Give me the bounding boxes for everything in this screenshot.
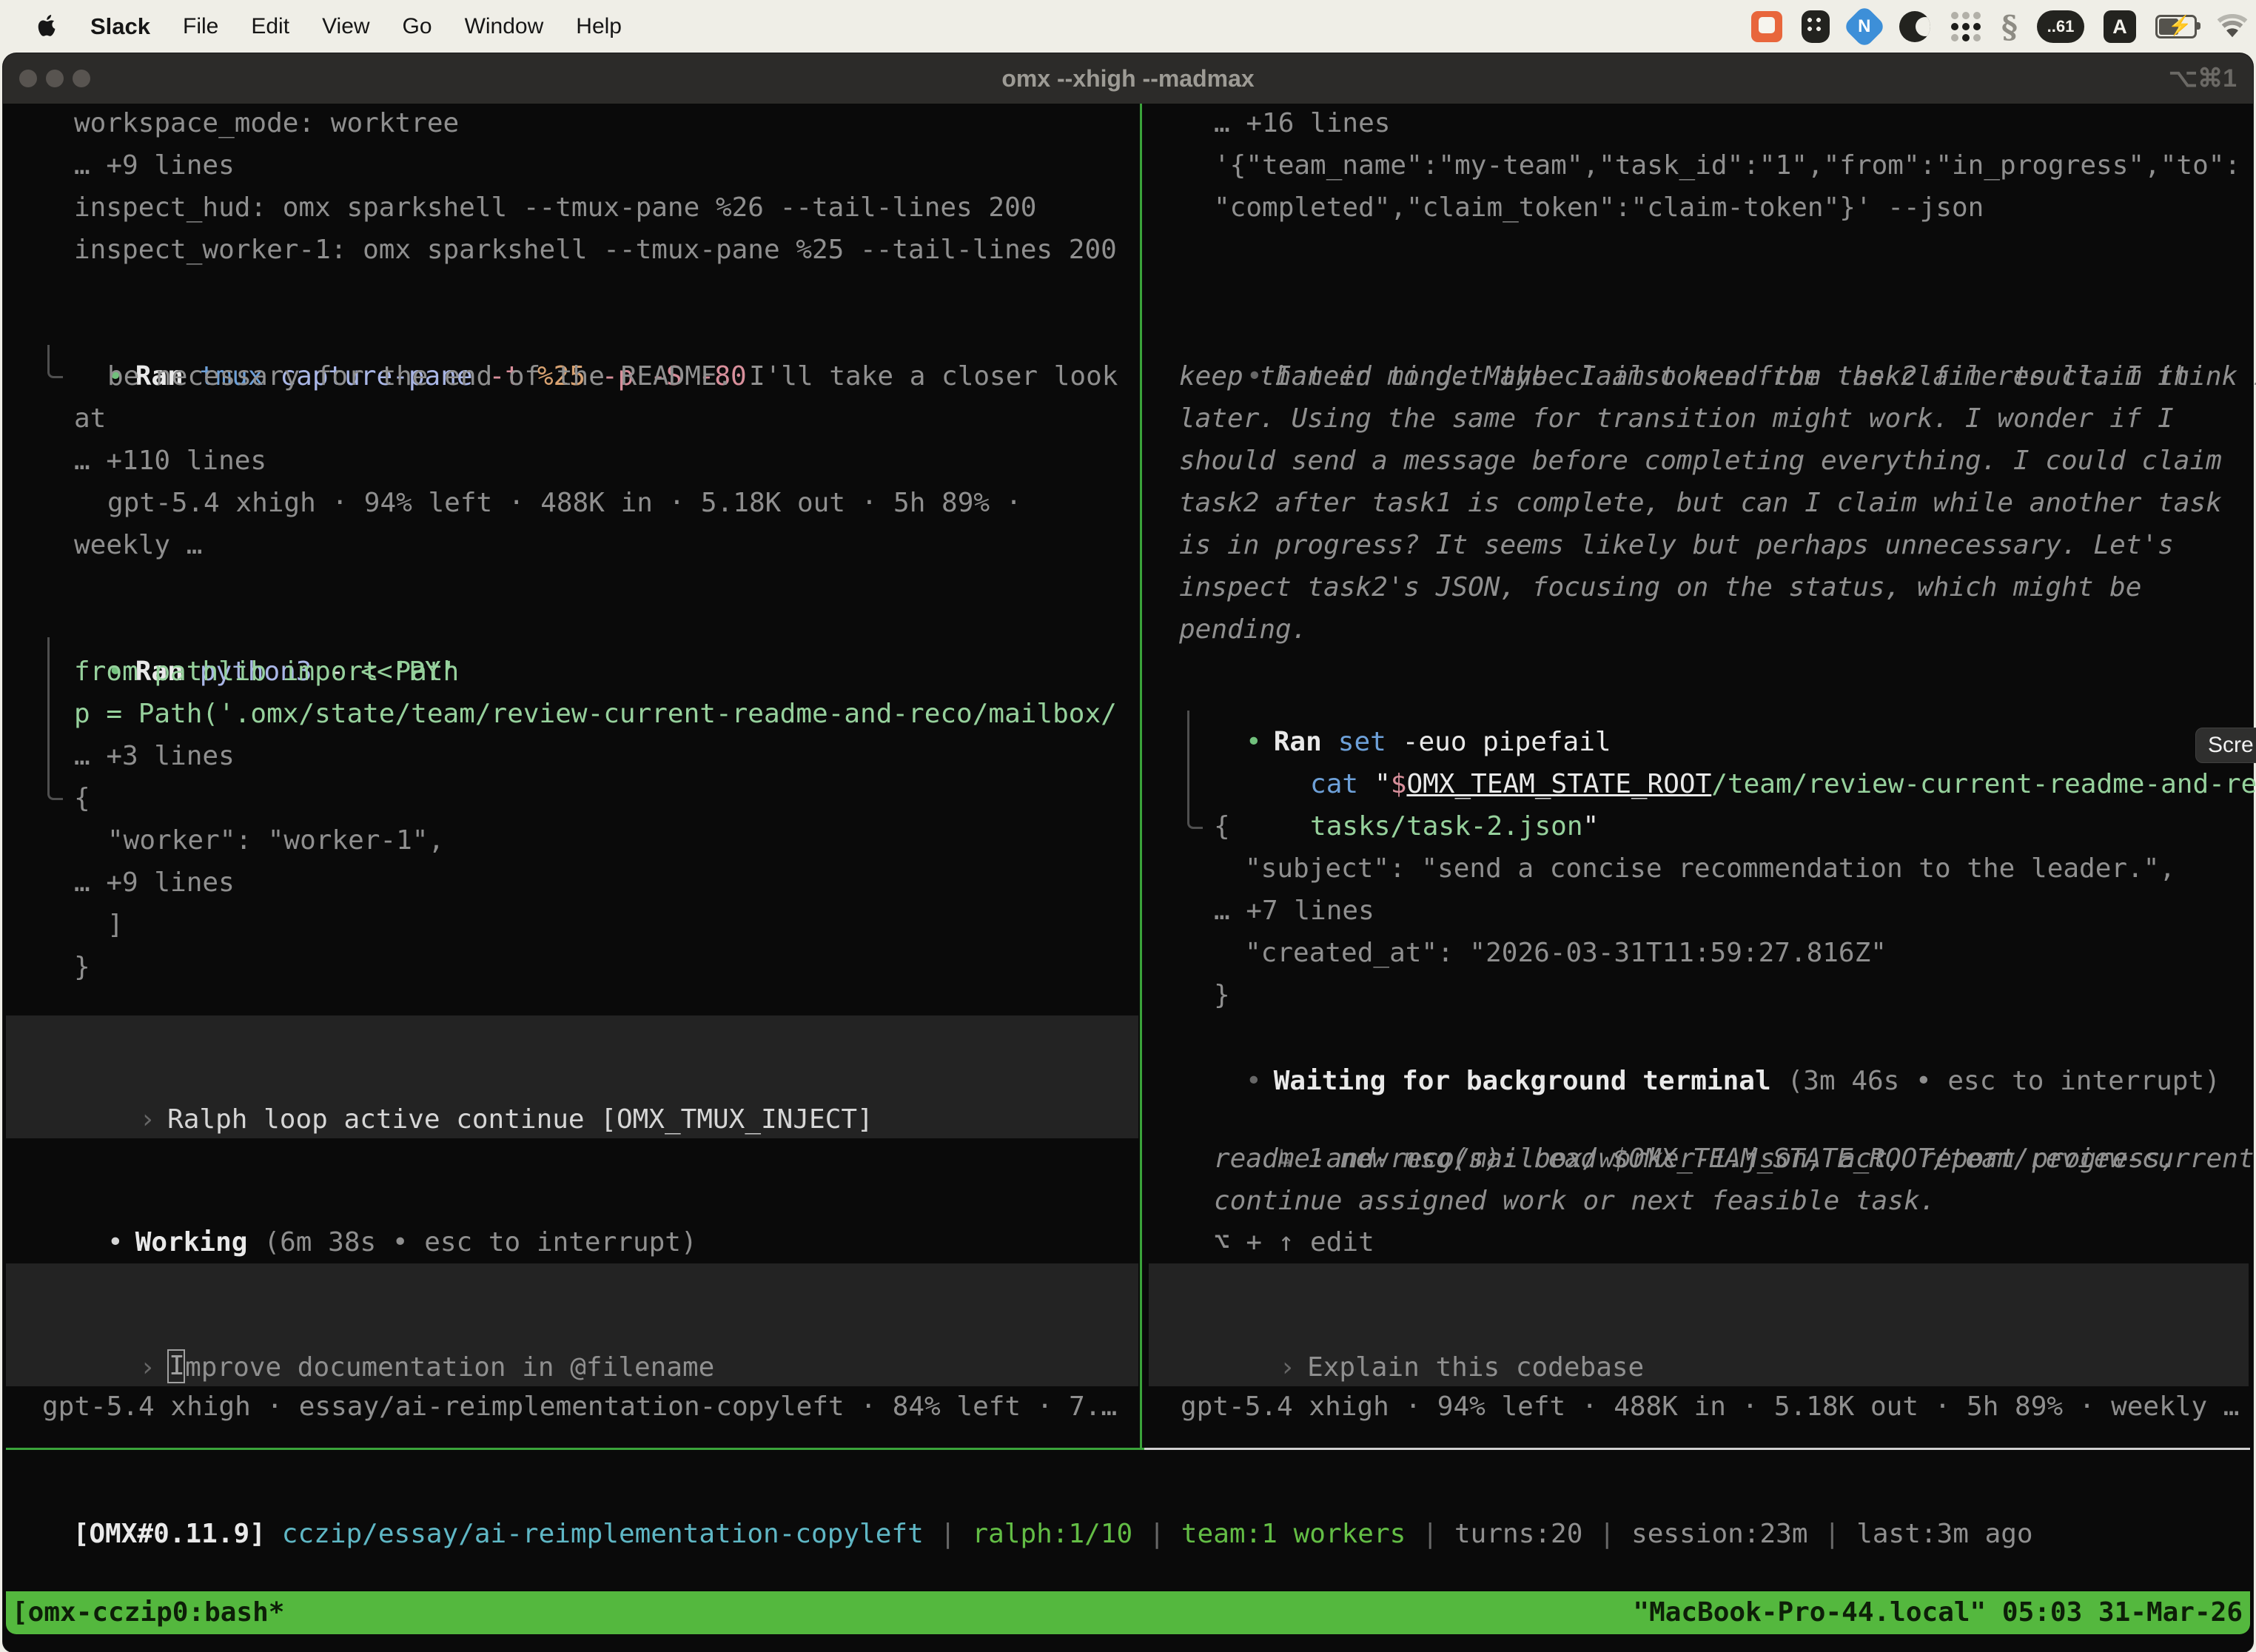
pane-border-inactive[interactable] — [1144, 1448, 2250, 1450]
menu-help[interactable]: Help — [576, 14, 622, 39]
output-line: } — [1214, 974, 1230, 1016]
collapsed-lines: … +16 lines — [1214, 102, 1390, 144]
code-line: cat"$OMX_TEAM_STATE_ROOT/team/review-cur… — [1214, 721, 2256, 763]
output-line: "worker": "worker-1", — [107, 819, 444, 862]
prompt-placeholder: mprove documentation in @filename — [185, 1352, 714, 1383]
hud-turns: turns:20 — [1454, 1519, 1582, 1549]
config-line: … +9 lines — [74, 144, 235, 187]
menu-view[interactable]: View — [322, 14, 369, 39]
output-line: { — [1214, 805, 1230, 847]
thinking-line: pending. — [1179, 608, 1307, 651]
output-connector — [1187, 711, 1203, 829]
chevron-prompt-icon: › — [1279, 1352, 1295, 1383]
status-bullet: • — [1246, 1066, 1262, 1096]
mailbox-message-line: ↳1 new msg(s): read $OMX_TEAM_STATE_ROOT… — [1182, 1095, 2256, 1138]
prompt-input-box[interactable]: › Explain this codebase — [1149, 1263, 2249, 1386]
thinking-line: •I need to get the claim token from the … — [1150, 313, 2256, 355]
session-status-line: gpt-5.4 xhigh · 94% left · 488K in · 5.1… — [1181, 1386, 2239, 1428]
blue-diamond-icon[interactable]: N — [1842, 4, 1886, 48]
prompt-input-box[interactable]: › Improve documentation in @filename — [6, 1263, 1138, 1386]
window-shortcut-hint: ⌥⌘1 — [2169, 53, 2237, 104]
output-line: "completed","claim_token":"claim-token"}… — [1214, 187, 1984, 229]
command-line-python: •Ranpython3-<<'PY' — [11, 608, 457, 651]
output-connector — [47, 637, 63, 800]
mailbox-message-line: readme-and-reco/mailbox/worker-1.json, a… — [1214, 1138, 2176, 1180]
wifi-icon[interactable] — [2216, 14, 2249, 39]
output-line: … +9 lines — [74, 862, 235, 904]
thinking-line: task2 after task1 is complete, but can I… — [1179, 482, 2222, 524]
output-line: … +110 lines — [74, 440, 266, 482]
screen-record-indicator-icon[interactable] — [1751, 11, 1782, 42]
collapsed-lines: … +3 lines — [74, 735, 235, 777]
chevron-prompt-icon: › — [139, 1352, 155, 1383]
status-bullet: • — [107, 1227, 124, 1258]
charging-bolt-icon: ⚡ — [2168, 14, 2192, 37]
squiggle-icon[interactable]: § — [2001, 9, 2018, 45]
thinking-line: should send a message before completing … — [1179, 440, 2222, 482]
menu-file[interactable]: File — [183, 14, 218, 39]
config-line: inspect_worker-1: omx sparkshell --tmux-… — [74, 229, 1117, 271]
command-line-tmux: •Rantmuxcapture-pane-t%25-p-S-80 — [11, 313, 747, 355]
edit-hint: ⌥ + ↑ edit — [1214, 1221, 1374, 1263]
output-line: be necessary for the end of the README. … — [107, 355, 1118, 397]
output-line: "subject": "send a concise recommendatio… — [1245, 847, 2175, 890]
config-line: workspace_mode: worktree — [74, 102, 459, 144]
tmux-session-name: [omx-cczip0:bash* — [12, 1591, 284, 1634]
shield-grid-icon[interactable] — [1802, 10, 1830, 43]
tmux-host-clock: "MacBook-Pro-44.local" 05:03 31-Mar-26 — [1633, 1591, 2243, 1634]
code-line: tasks/task-2.json" — [1214, 763, 1599, 805]
collapsed-lines: … +7 lines — [1214, 890, 1374, 932]
output-connector — [47, 345, 63, 378]
input-source-icon[interactable]: A — [2104, 10, 2136, 43]
ralph-loop-banner: › Ralph loop active continue [OMX_TMUX_IN… — [6, 1015, 1138, 1138]
dots-grid-icon[interactable] — [1950, 10, 1982, 43]
menu-bar: Slack File Edit View Go Window Help N § … — [0, 0, 2256, 53]
thinking-line: is in progress? It seems likely but perh… — [1179, 524, 2174, 566]
hud-team-workers: team:1 workers — [1181, 1519, 1406, 1549]
tmux-status-bar: [omx-cczip0:bash* "MacBook-Pro-44.local"… — [6, 1591, 2250, 1634]
working-status-line: •Working(6m 38s • esc to interrupt) — [11, 1179, 697, 1221]
omx-hud-status-line: [OMX#0.11.9]cczip/essay/ai-reimplementat… — [9, 1471, 2033, 1513]
output-line: gpt-5.4 xhigh · 94% left · 488K in · 5.1… — [107, 482, 1021, 524]
output-line: '{"team_name":"my-team","task_id":"1","f… — [1214, 144, 2240, 187]
menu-go[interactable]: Go — [403, 14, 432, 39]
output-line: weekly … — [74, 524, 202, 566]
text-cursor: I — [167, 1349, 185, 1383]
waiting-status-line: •Waiting for background terminal(3m 46s … — [1149, 1018, 2220, 1060]
hud-repo: cczip/essay/ai-reimplementation-copyleft — [282, 1519, 924, 1549]
apple-logo-icon[interactable] — [37, 15, 58, 38]
hud-session-time: session:23m — [1631, 1519, 1807, 1549]
hud-ralph-counter: ralph:1/10 — [972, 1519, 1132, 1549]
prompt-placeholder: Explain this codebase — [1307, 1352, 1644, 1383]
window-title: omx --xhigh --madmax — [0, 53, 2256, 104]
menu-app-name[interactable]: Slack — [90, 13, 150, 40]
code-line: from pathlib import Path — [74, 651, 459, 693]
screen: Slack File Edit View Go Window Help N § … — [0, 0, 2256, 1652]
code-line: p = Path('.omx/state/team/review-current… — [74, 693, 1117, 735]
mailbox-message-line: continue assigned work or next feasible … — [1214, 1180, 1936, 1222]
pane-divider[interactable] — [1140, 104, 1142, 1448]
menu-window[interactable]: Window — [465, 14, 544, 39]
thinking-line: keep that in mind. Maybe I also need the… — [1179, 355, 2189, 397]
hud-last-activity: last:3m ago — [1856, 1519, 2032, 1549]
pane-border-active[interactable] — [6, 1448, 1144, 1450]
output-line: "created_at": "2026-03-31T11:59:27.816Z" — [1245, 932, 1887, 974]
dark-crescent-icon[interactable] — [1899, 11, 1930, 42]
output-line: ] — [107, 904, 124, 946]
thinking-line: inspect task2's JSON, focusing on the st… — [1179, 566, 2141, 608]
output-line: } — [74, 946, 90, 988]
output-line: { — [74, 777, 90, 819]
screen-overlay-tooltip: Scre — [2195, 728, 2256, 763]
badge-61-icon[interactable]: ..61 — [2037, 10, 2084, 43]
battery-charging-icon[interactable]: ⚡ — [2155, 15, 2197, 38]
config-line: inspect_hud: omx sparkshell --tmux-pane … — [74, 187, 1036, 229]
chevron-prompt-icon: › — [139, 1104, 155, 1135]
ralph-loop-text: Ralph loop active continue [OMX_TMUX_INJ… — [167, 1104, 873, 1135]
menu-edit[interactable]: Edit — [251, 14, 289, 39]
omx-version: [OMX#0.11.9] — [73, 1519, 266, 1549]
output-line: at — [74, 397, 106, 440]
session-status-line: gpt-5.4 xhigh · essay/ai-reimplementatio… — [42, 1386, 1117, 1428]
command-line-set: •Ranset-euo pipefail — [1149, 679, 1611, 721]
thinking-line: later. Using the same for transition mig… — [1179, 397, 2174, 440]
